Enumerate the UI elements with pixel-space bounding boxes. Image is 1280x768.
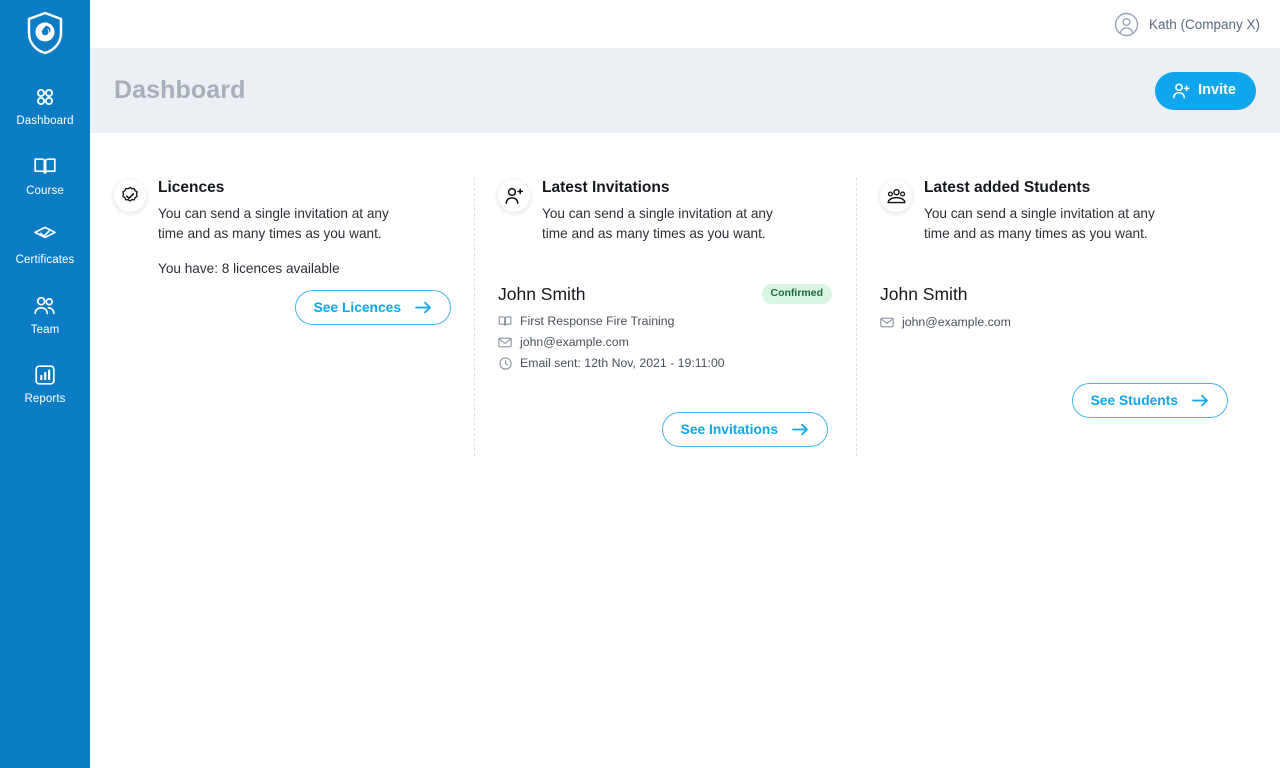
see-invitations-button[interactable]: See Invitations — [662, 412, 828, 448]
sidebar-item-certificates[interactable]: Certificates — [0, 215, 90, 276]
sidebar-item-label: Reports — [25, 394, 66, 406]
students-card-title: Latest added Students — [924, 178, 1182, 198]
invitation-course-row: First Response Fire Training — [498, 311, 838, 332]
sidebar-item-label: Dashboard — [16, 116, 73, 128]
students-card-description: You can send a single invitation at any … — [924, 204, 1182, 243]
students-card: Latest added Students You can send a sin… — [856, 178, 1260, 418]
arrow-right-icon — [415, 301, 432, 314]
invitation-list-item: John Smith Confirmed First Response Fire… — [498, 284, 838, 374]
invite-button[interactable]: Invite — [1155, 72, 1256, 110]
sidebar-item-label: Certificates — [16, 255, 75, 267]
user-menu[interactable]: Kath (Company X) — [1114, 11, 1260, 37]
licences-card-title: Licences — [158, 178, 416, 198]
shield-flame-logo-icon[interactable] — [22, 10, 68, 56]
invitation-email: john@example.com — [520, 333, 629, 352]
invitations-button-row: See Invitations — [498, 412, 838, 448]
licences-card: Licences You can send a single invitatio… — [90, 178, 474, 325]
check-circle-badge-icon — [114, 180, 146, 212]
open-book-icon — [33, 155, 57, 179]
group-people-icon — [880, 180, 912, 212]
invitation-person-name: John Smith — [498, 284, 586, 305]
students-card-text: Latest added Students You can send a sin… — [924, 178, 1182, 244]
see-licences-button-label: See Licences — [314, 301, 401, 315]
dashboard-cards: Licences You can send a single invitatio… — [90, 133, 1280, 447]
invitation-course-name: First Response Fire Training — [520, 312, 674, 331]
student-name: John Smith — [880, 284, 1242, 305]
user-circle-icon — [1114, 11, 1140, 37]
see-students-button[interactable]: See Students — [1072, 383, 1228, 419]
invitations-card-head: Latest Invitations You can send a single… — [498, 178, 838, 244]
envelope-icon — [880, 315, 894, 329]
arrow-right-icon — [1192, 394, 1209, 407]
invitation-sent-time: Email sent: 12th Nov, 2021 - 19:11:00 — [520, 354, 725, 373]
user-plus-icon — [498, 180, 530, 212]
topbar: Kath (Company X) — [90, 0, 1280, 48]
main-area: Kath (Company X) Dashboard Invite — [90, 0, 1280, 768]
student-email: john@example.com — [902, 313, 1011, 332]
user-name-label: Kath (Company X) — [1149, 17, 1260, 32]
licences-button-row: See Licences — [114, 290, 456, 326]
invitation-email-row: john@example.com — [498, 332, 838, 353]
invitations-card-description: You can send a single invitation at any … — [542, 204, 800, 243]
arrow-right-icon — [792, 423, 809, 436]
licences-card-text: Licences You can send a single invitatio… — [158, 178, 416, 276]
invitations-card-title: Latest Invitations — [542, 178, 800, 198]
grid-dots-icon — [33, 85, 57, 109]
page-header: Dashboard Invite — [90, 48, 1280, 133]
student-email-row: john@example.com — [880, 312, 1242, 333]
sidebar: Dashboard Course Certificates — [0, 0, 90, 768]
sidebar-item-reports[interactable]: Reports — [0, 354, 90, 415]
invitations-card-text: Latest Invitations You can send a single… — [542, 178, 800, 244]
status-badge: Confirmed — [762, 284, 833, 304]
bar-chart-icon — [33, 363, 57, 387]
user-plus-icon — [1172, 82, 1190, 100]
invitations-card: Latest Invitations You can send a single… — [474, 178, 856, 447]
licences-card-description: You can send a single invitation at any … — [158, 204, 416, 243]
app-root: Dashboard Course Certificates — [0, 0, 1280, 768]
see-licences-button[interactable]: See Licences — [295, 290, 451, 326]
sidebar-item-course[interactable]: Course — [0, 146, 90, 207]
licences-available-note: You have: 8 licences available — [158, 261, 416, 276]
invitation-person-header: John Smith Confirmed — [498, 284, 838, 305]
sidebar-item-label: Course — [26, 186, 64, 198]
graduation-check-icon — [33, 224, 57, 248]
invitation-sent-row: Email sent: 12th Nov, 2021 - 19:11:00 — [498, 353, 838, 374]
students-card-head: Latest added Students You can send a sin… — [880, 178, 1242, 244]
sidebar-item-dashboard[interactable]: Dashboard — [0, 76, 90, 137]
dashboard-content: Licences You can send a single invitatio… — [90, 133, 1280, 768]
students-button-row: See Students — [880, 383, 1242, 419]
see-students-button-label: See Students — [1091, 394, 1178, 408]
sidebar-item-label: Team — [31, 325, 60, 337]
clock-icon — [498, 356, 512, 370]
people-icon — [33, 294, 57, 318]
page-title: Dashboard — [114, 76, 245, 105]
envelope-icon — [498, 335, 512, 349]
see-invitations-button-label: See Invitations — [681, 423, 778, 437]
book-icon — [498, 314, 512, 328]
student-list-item: John Smith john@example.com — [880, 284, 1242, 333]
licences-card-head: Licences You can send a single invitatio… — [114, 178, 456, 276]
sidebar-item-team[interactable]: Team — [0, 285, 90, 346]
invite-button-label: Invite — [1198, 83, 1236, 98]
